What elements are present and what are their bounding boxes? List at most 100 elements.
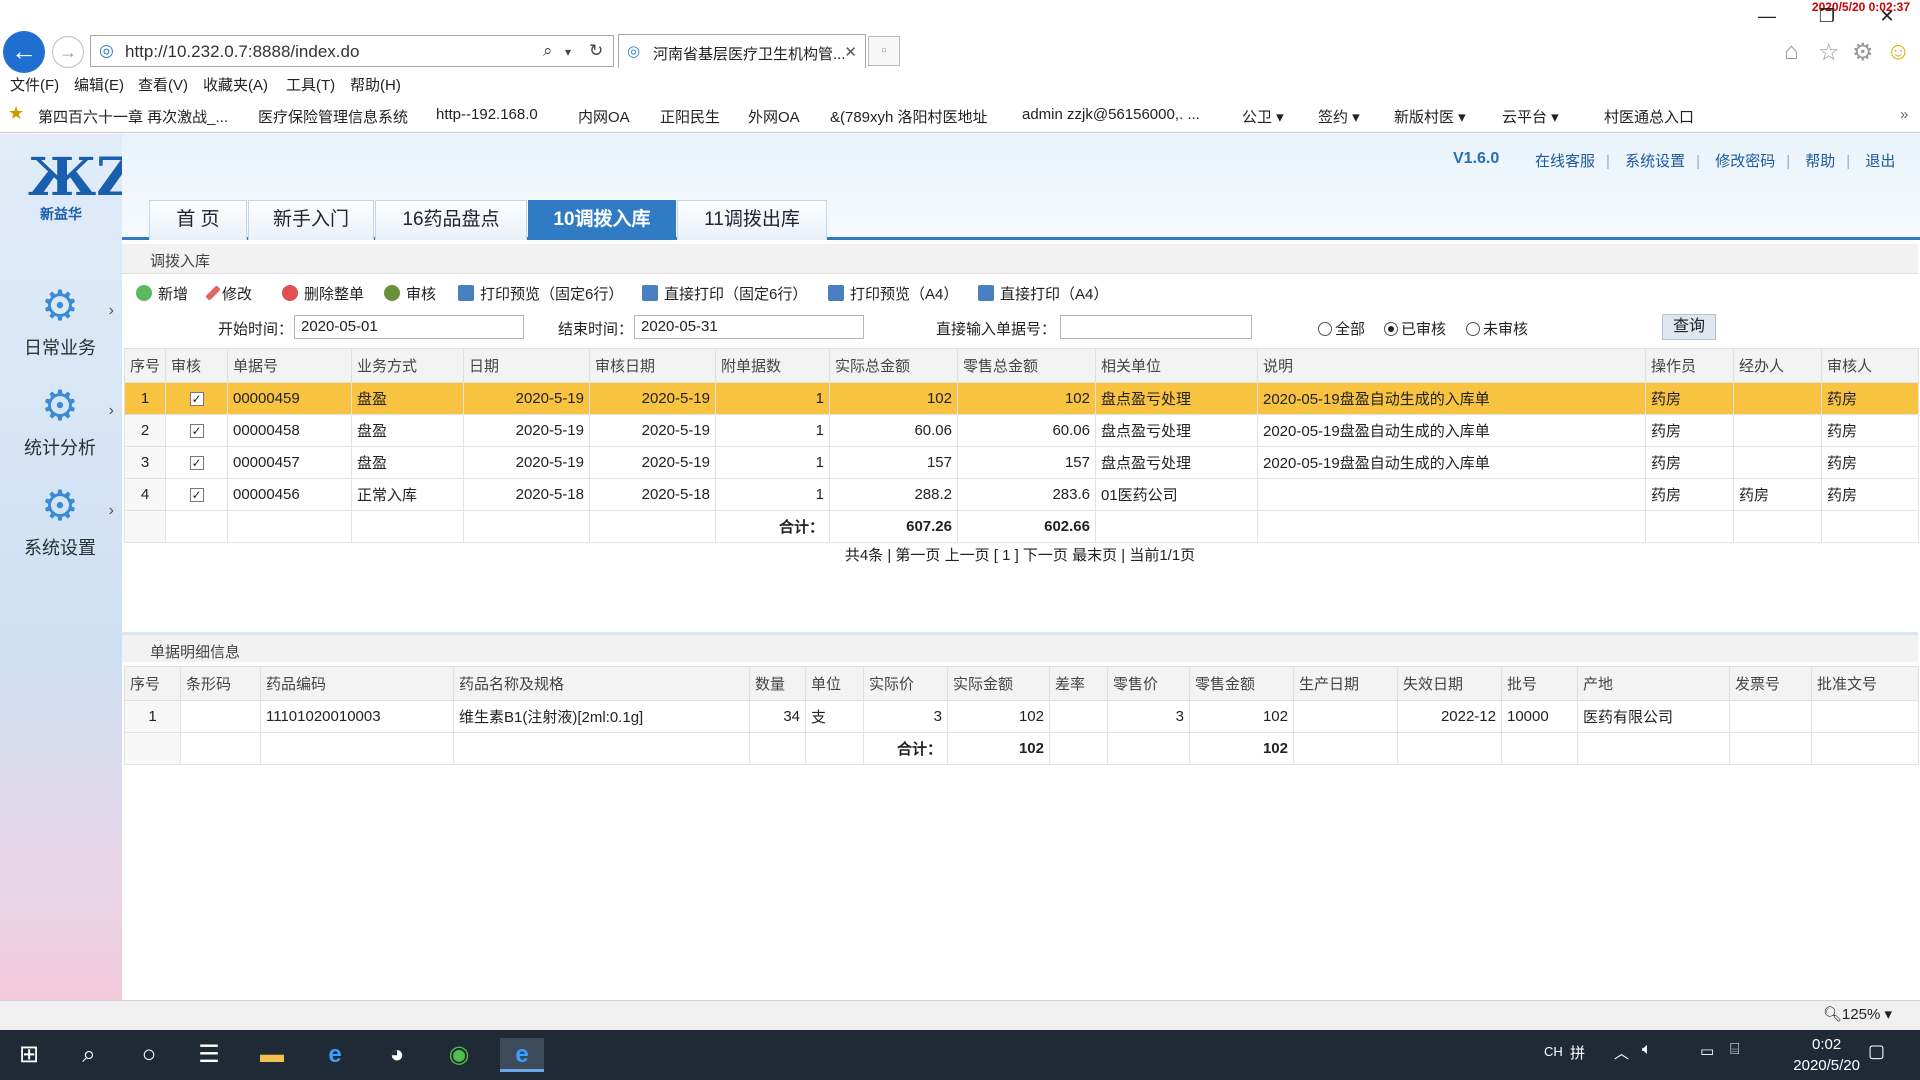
tab-inventory-check[interactable]: 16药品盘点 [375, 200, 527, 240]
col-header[interactable]: 产地 [1577, 666, 1730, 701]
col-header[interactable]: 数量 [749, 666, 806, 701]
fav-folder[interactable]: 公卫 ▾ [1242, 106, 1284, 127]
audit-checkbox[interactable]: ✓ [165, 478, 228, 511]
col-header[interactable]: 药品编码 [260, 666, 454, 701]
start-icon[interactable]: ⊞ [12, 1038, 46, 1072]
end-time-input[interactable]: 2020-05-31 [634, 315, 864, 339]
tray-clock[interactable]: 0:02 2020/5/20 [1793, 1034, 1860, 1076]
col-header[interactable]: 失效日期 [1397, 666, 1502, 701]
zoom-level[interactable]: 🔍︎125% ▾ [1823, 1005, 1892, 1023]
fav-item[interactable]: 医疗保险管理信息系统 [258, 106, 408, 127]
fav-item[interactable]: 第四百六十一章 再次激战_... [38, 106, 228, 127]
table-row[interactable]: 4 ✓ 00000456 正常入库 2020-5-18 2020-5-18 1 … [124, 478, 1919, 511]
link-system-settings[interactable]: 系统设置 [1625, 150, 1685, 171]
fav-item[interactable]: 村医通总入口 [1604, 106, 1694, 127]
link-online-service[interactable]: 在线客服 [1535, 150, 1595, 171]
url-text[interactable]: http://10.232.0.7:8888/index.do [125, 42, 359, 62]
col-header[interactable]: 药品名称及规格 [453, 666, 750, 701]
tab-home[interactable]: 首 页 [149, 200, 247, 240]
fav-item[interactable]: http--192.168.0 [436, 106, 538, 123]
address-bar[interactable]: ◎ http://10.232.0.7:8888/index.do ⌕ ▾ ↻ [90, 35, 614, 67]
table-row[interactable]: 3 ✓ 00000457 盘盈 2020-5-19 2020-5-19 1 15… [124, 446, 1919, 479]
start-time-input[interactable]: 2020-05-01 [294, 315, 524, 339]
col-header[interactable]: 差率 [1049, 666, 1108, 701]
volume-icon[interactable]: 🔈︎ [1642, 1041, 1652, 1059]
nav-statistics[interactable]: ⚙ 统计分析 › [10, 384, 114, 460]
more-favorites-icon[interactable]: » [1900, 106, 1908, 123]
col-header[interactable]: 生产日期 [1293, 666, 1398, 701]
col-header[interactable]: 实际金额 [947, 666, 1050, 701]
col-header[interactable]: 操作员 [1645, 348, 1734, 383]
cortana-icon[interactable]: ○ [132, 1038, 166, 1072]
table-row[interactable]: 2 ✓ 00000458 盘盈 2020-5-19 2020-5-19 1 60… [124, 414, 1919, 447]
menu-tools[interactable]: 工具(T) [286, 74, 335, 95]
col-header[interactable]: 序号 [124, 348, 166, 383]
dropdown-icon[interactable]: ▾ [565, 45, 571, 59]
ie-active-icon[interactable]: e [500, 1038, 544, 1072]
col-header[interactable]: 相关单位 [1095, 348, 1258, 383]
ime-indicator[interactable]: CH [1544, 1044, 1563, 1059]
add-button[interactable]: 新增 [136, 283, 188, 304]
table-row-selected[interactable]: 1 ✓ 00000459 盘盈 2020-5-19 2020-5-19 1 10… [124, 382, 1919, 415]
tab-close-icon[interactable]: ✕ [844, 43, 857, 61]
tray-arrow-icon[interactable]: ︿ [1614, 1042, 1629, 1063]
link-help[interactable]: 帮助 [1805, 150, 1835, 171]
col-header[interactable]: 批号 [1501, 666, 1578, 701]
query-button[interactable]: 查询 [1662, 314, 1716, 340]
col-header[interactable]: 单据号 [227, 348, 352, 383]
col-header[interactable]: 业务方式 [351, 348, 464, 383]
col-header[interactable]: 发票号 [1729, 666, 1812, 701]
qq-icon[interactable]: ◕ [380, 1038, 414, 1072]
refresh-icon[interactable]: ↻ [589, 41, 603, 61]
col-header[interactable]: 附单据数 [715, 348, 830, 383]
link-logout[interactable]: 退出 [1865, 150, 1895, 171]
link-change-password[interactable]: 修改密码 [1715, 150, 1775, 171]
menu-edit[interactable]: 编辑(E) [74, 74, 124, 95]
notification-icon[interactable]: ▢ [1868, 1041, 1885, 1062]
network-icon[interactable]: ⌸ [1730, 1041, 1740, 1059]
forward-icon[interactable]: → [52, 36, 84, 68]
col-header[interactable]: 批准文号 [1811, 666, 1919, 701]
col-header[interactable]: 审核人 [1821, 348, 1919, 383]
table-row[interactable]: 1 11101020010003 维生素B1(注射液)[2ml:0.1g] 34… [124, 700, 1919, 733]
fav-item[interactable]: 外网OA [748, 106, 800, 127]
col-header[interactable]: 序号 [124, 666, 181, 701]
browser-360-icon[interactable]: ◉ [442, 1038, 476, 1072]
direct-print-6-button[interactable]: 直接打印（固定6行） [642, 283, 807, 304]
ime-mode[interactable]: 拼 [1570, 1042, 1585, 1063]
menu-view[interactable]: 查看(V) [138, 74, 188, 95]
fav-folder[interactable]: 新版村医 ▾ [1394, 106, 1466, 127]
col-header[interactable]: 实际价 [863, 666, 948, 701]
radio-audited[interactable]: 已审核 [1384, 318, 1446, 339]
audit-checkbox[interactable]: ✓ [165, 382, 228, 415]
col-header[interactable]: 经办人 [1733, 348, 1822, 383]
col-header[interactable]: 零售总金额 [957, 348, 1096, 383]
menu-help[interactable]: 帮助(H) [350, 74, 401, 95]
col-header[interactable]: 实际总金额 [829, 348, 958, 383]
col-header[interactable]: 单位 [805, 666, 864, 701]
restore-icon[interactable]: ❐ [1812, 6, 1842, 27]
edit-button[interactable]: 修改 [205, 283, 252, 304]
radio-all[interactable]: 全部 [1318, 318, 1365, 339]
close-icon[interactable]: ✕ [1872, 6, 1902, 27]
favorites-star-icon[interactable]: ☆ [1818, 38, 1840, 67]
menu-file[interactable]: 文件(F) [10, 74, 59, 95]
col-header[interactable]: 零售金额 [1189, 666, 1294, 701]
favorites-icon[interactable]: ★ [8, 103, 24, 124]
fav-item[interactable]: 内网OA [578, 106, 630, 127]
col-header[interactable]: 审核日期 [589, 348, 716, 383]
smiley-icon[interactable]: ☺ [1886, 38, 1911, 66]
file-explorer-icon[interactable]: ▬ [255, 1038, 289, 1072]
print-preview-a4-button[interactable]: 打印预览（A4） [828, 283, 958, 304]
search-icon[interactable]: ⌕ [72, 1038, 106, 1072]
home-icon[interactable]: ⌂ [1784, 38, 1799, 66]
nav-system-settings[interactable]: ⚙ 系统设置 › [10, 484, 114, 560]
print-preview-6-button[interactable]: 打印预览（固定6行） [458, 283, 623, 304]
audit-button[interactable]: 审核 [384, 283, 436, 304]
radio-unaudited[interactable]: 未审核 [1466, 318, 1528, 339]
browser-tab[interactable]: ◎ 河南省基层医疗卫生机构管... ✕ [618, 34, 866, 68]
settings-gear-icon[interactable]: ⚙ [1852, 38, 1874, 67]
minimize-icon[interactable]: — [1752, 6, 1782, 27]
doc-number-input[interactable] [1060, 315, 1252, 339]
fav-folder[interactable]: 签约 ▾ [1318, 106, 1360, 127]
